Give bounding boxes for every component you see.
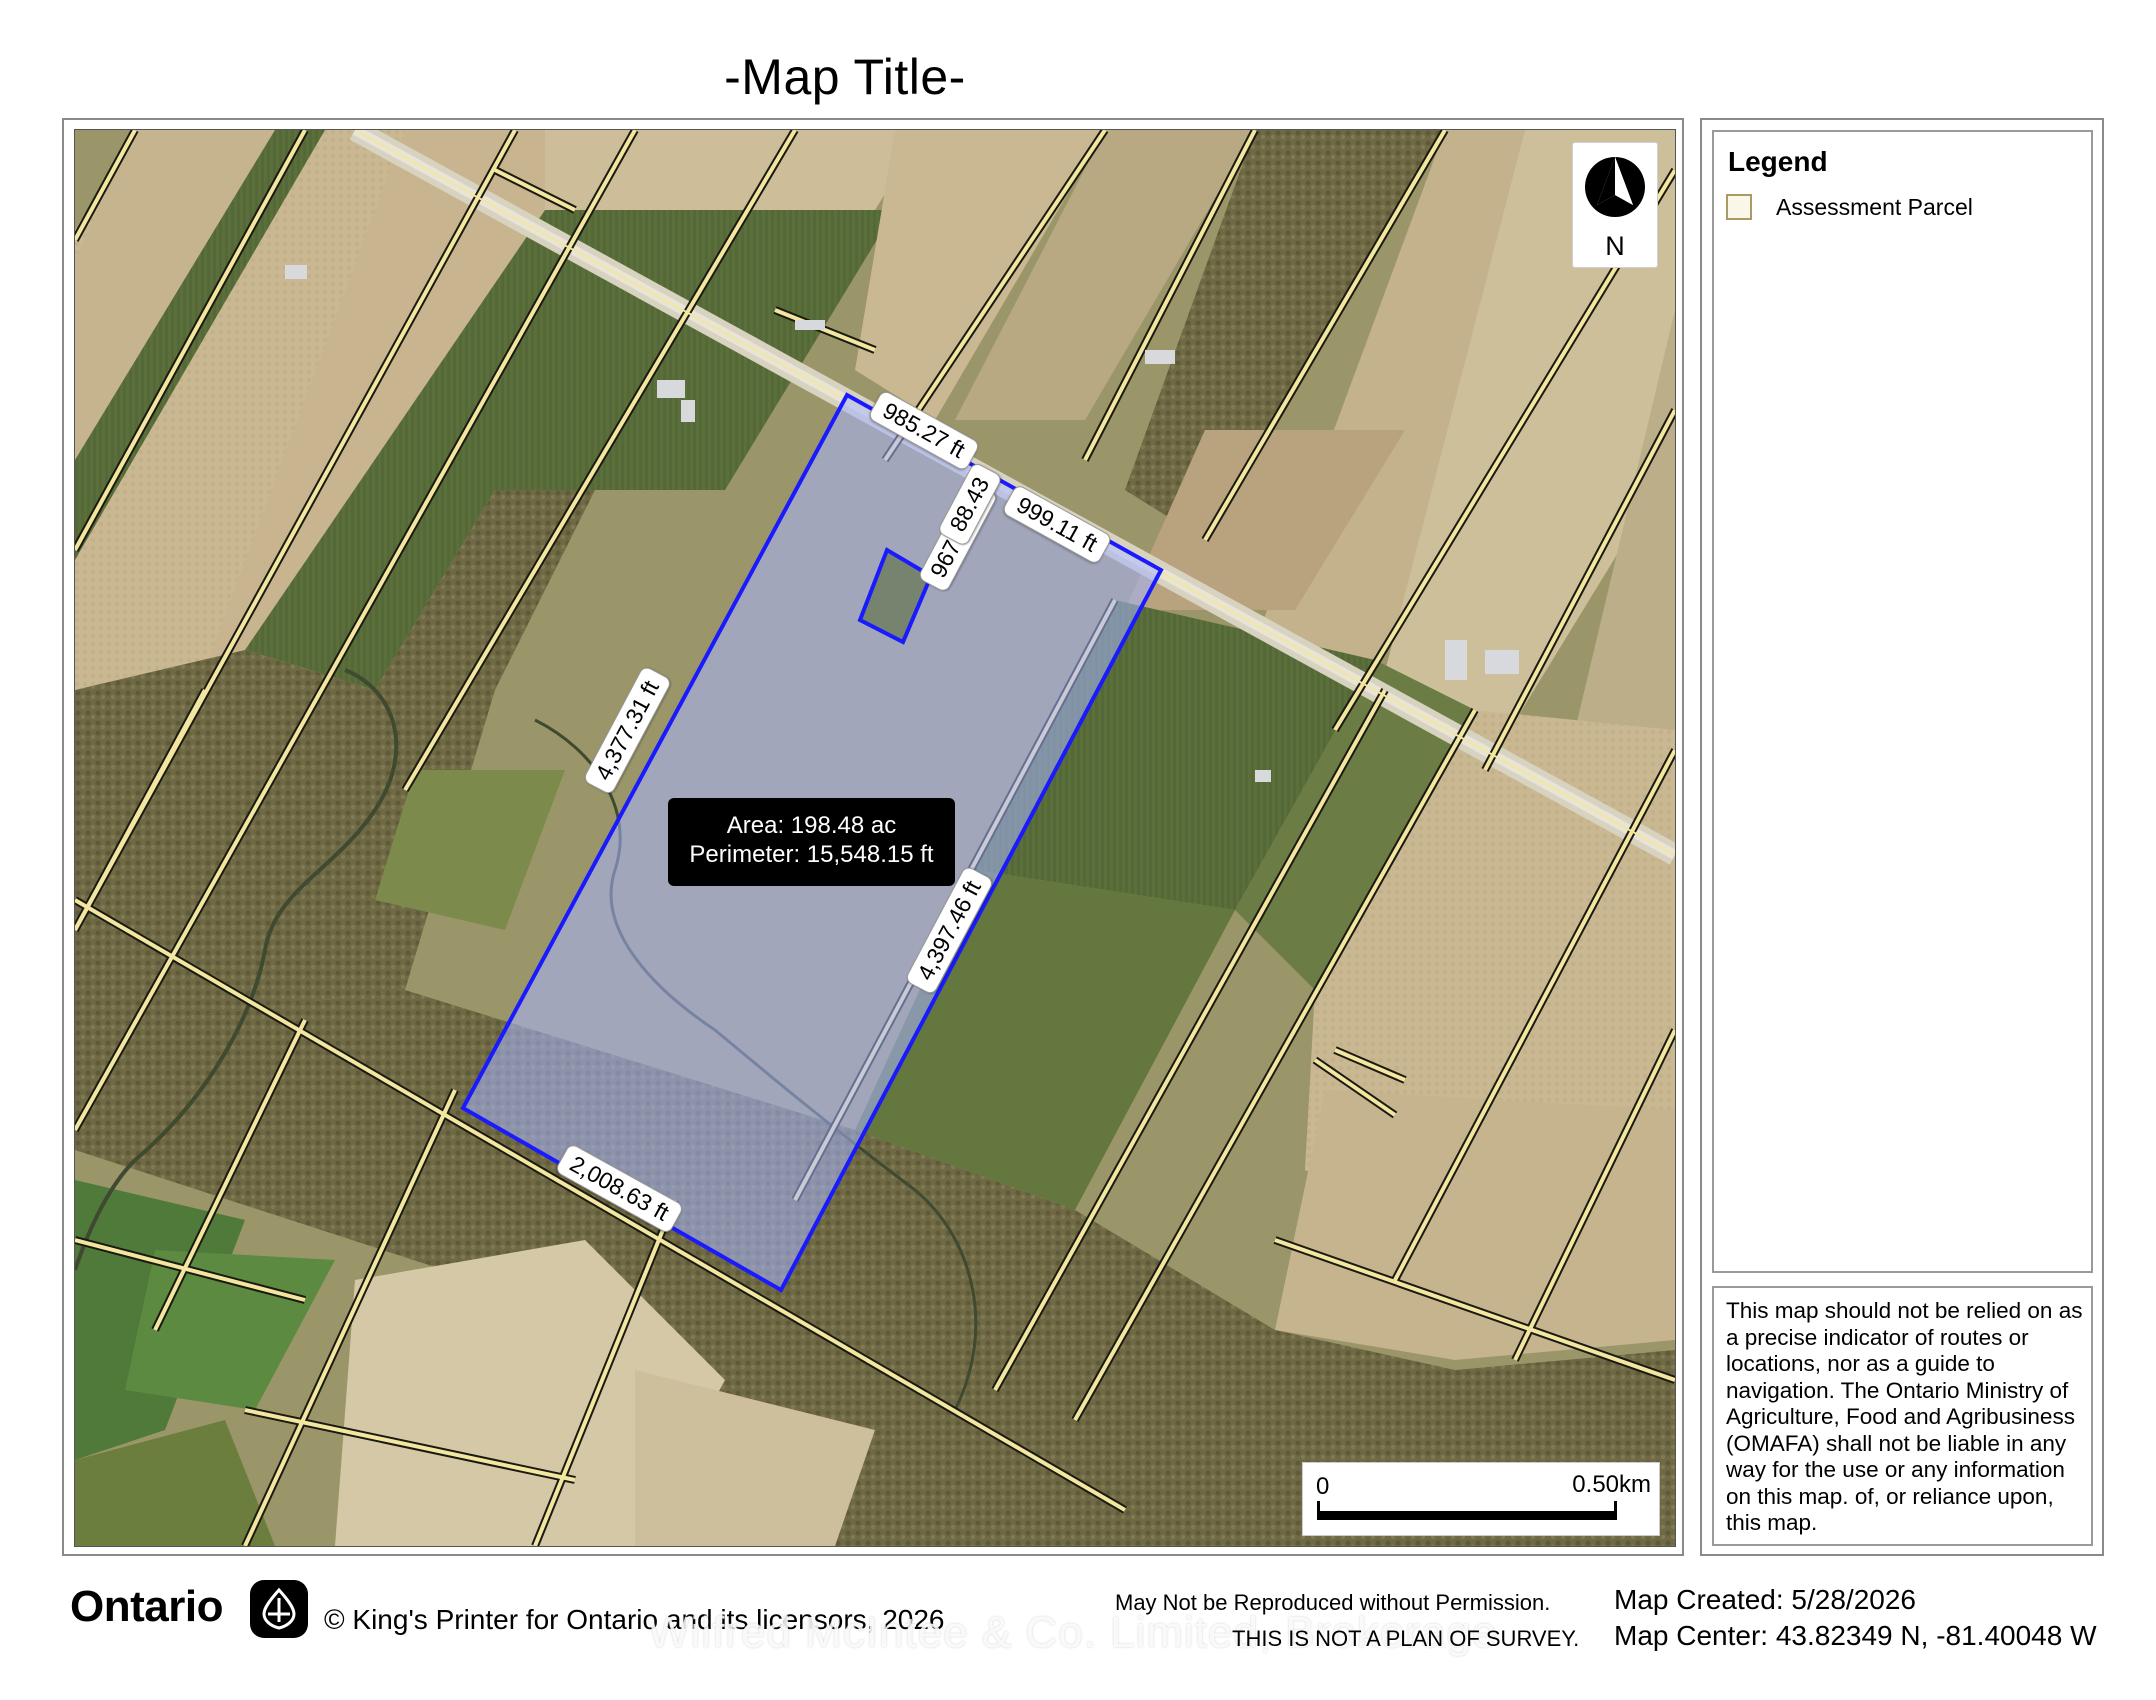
legend-title: Legend <box>1728 146 1828 177</box>
legend-item-assessment-parcel: Assessment Parcel <box>1776 194 1973 220</box>
map-center-coordinates: Map Center: 43.82349 N, -81.40048 W <box>1614 1620 2097 1651</box>
survey-notice: THIS IS NOT A PLAN OF SURVEY. <box>1232 1626 1580 1651</box>
map-title: -Map Title- <box>724 49 966 105</box>
reproduction-notice: May Not be Reproduced without Permission… <box>1115 1590 1551 1615</box>
map-created-date: Map Created: 5/28/2026 <box>1614 1584 1916 1615</box>
scale-bar: 0 0.50km <box>1302 1462 1660 1536</box>
perimeter-value: Perimeter: 15,548.15 ft <box>689 841 934 868</box>
scale-start-label: 0 <box>1316 1473 1330 1500</box>
disclaimer-panel: This map should not be relied on as a pr… <box>1712 1286 2093 1546</box>
legend-panel: Legend Assessment Parcel <box>1712 130 2093 1273</box>
scale-end-label: 0.50km <box>1572 1471 1651 1498</box>
assessment-parcel-swatch <box>1726 194 1752 220</box>
trillium-logo-icon <box>248 1578 310 1645</box>
scale-line <box>1317 1511 1617 1520</box>
north-label: N <box>1605 231 1625 261</box>
area-perimeter-tooltip: Area: 198.48 ac Perimeter: 15,548.15 ft <box>668 798 955 886</box>
north-arrow-box: N <box>1572 142 1658 268</box>
disclaimer-text: This map should not be relied on as a pr… <box>1726 1298 2083 1535</box>
scale-tick-right <box>1614 1501 1617 1520</box>
north-arrow-icon <box>1585 157 1645 217</box>
area-value: Area: 198.48 ac <box>726 812 897 839</box>
ontario-logo-text: Ontario <box>70 1582 223 1631</box>
